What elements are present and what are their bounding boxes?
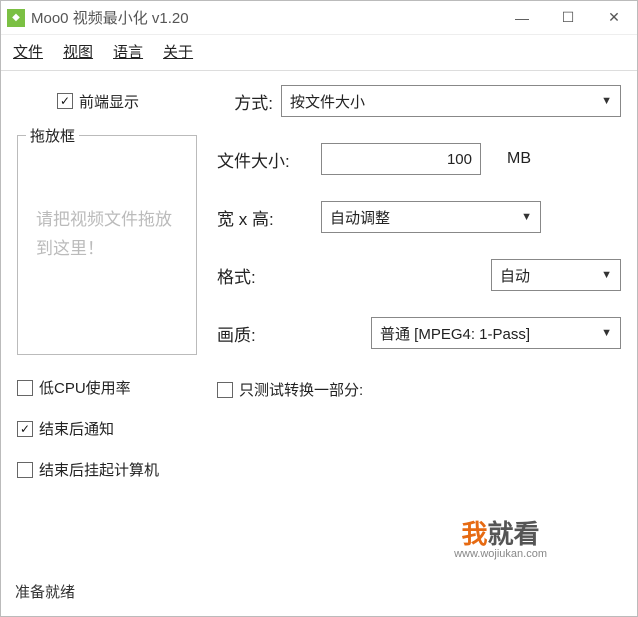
test-portion-label: 只测试转换一部分: <box>239 379 363 400</box>
always-on-top-checkbox[interactable]: 前端显示 <box>57 91 139 112</box>
test-portion-checkbox[interactable]: 只测试转换一部分: <box>217 379 363 400</box>
filesize-row: 文件大小: 100 MB <box>217 143 621 175</box>
checkbox-icon <box>217 382 233 398</box>
suspend-done-checkbox[interactable]: 结束后挂起计算机 <box>17 459 197 480</box>
format-value: 自动 <box>500 265 530 286</box>
filesize-input[interactable]: 100 <box>321 143 481 175</box>
checkbox-icon <box>17 380 33 396</box>
always-on-top-label: 前端显示 <box>79 91 139 112</box>
chevron-down-icon: ▼ <box>521 211 532 223</box>
wh-select[interactable]: 自动调整 ▼ <box>321 201 541 233</box>
window-title: Moo0 视频最小化 v1.20 <box>31 7 189 28</box>
quality-label: 画质: <box>217 321 321 346</box>
quality-row: 画质: 普通 [MPEG4: 1-Pass] ▼ <box>217 317 621 349</box>
chevron-down-icon: ▼ <box>601 269 612 281</box>
dropzone-hint: 请把视频文件拖放到这里！ <box>30 148 184 264</box>
format-label: 格式: <box>217 263 321 288</box>
watermark: 我就看 www.wojiukan.com <box>454 521 547 560</box>
menu-about[interactable]: 关于 <box>163 41 193 62</box>
top-row: 前端显示 方式: 按文件大小 ▼ <box>17 85 621 117</box>
minimize-button[interactable]: — <box>499 1 545 35</box>
wh-row: 宽 x 高: 自动调整 ▼ <box>217 201 621 233</box>
mode-value: 按文件大小 <box>290 91 365 112</box>
menu-view[interactable]: 视图 <box>63 41 93 62</box>
dropzone-group[interactable]: 拖放框 请把视频文件拖放到这里！ <box>17 135 197 355</box>
right-column: 文件大小: 100 MB 宽 x 高: 自动调整 ▼ 格式: 自动 ▼ <box>217 135 621 480</box>
main-row: 拖放框 请把视频文件拖放到这里！ 低CPU使用率 结束后通知 结束后挂起计算机 <box>17 135 621 480</box>
watermark-url: www.wojiukan.com <box>454 549 547 560</box>
mode-label: 方式: <box>234 89 273 114</box>
format-select[interactable]: 自动 ▼ <box>491 259 621 291</box>
watermark-main: 我就看 <box>454 521 547 547</box>
mode-select[interactable]: 按文件大小 ▼ <box>281 85 621 117</box>
close-button[interactable]: ✕ <box>591 1 637 35</box>
notify-done-checkbox[interactable]: 结束后通知 <box>17 418 197 439</box>
filesize-unit: MB <box>507 150 531 168</box>
chevron-down-icon: ▼ <box>601 327 612 339</box>
watermark-wo: 我 <box>462 519 488 549</box>
titlebar: ◆ Moo0 视频最小化 v1.20 — ☐ ✕ <box>1 1 637 35</box>
suspend-done-label: 结束后挂起计算机 <box>39 459 159 480</box>
maximize-button[interactable]: ☐ <box>545 1 591 35</box>
quality-value: 普通 [MPEG4: 1-Pass] <box>380 323 530 344</box>
statusbar: 准备就绪 <box>1 575 637 608</box>
window-buttons: — ☐ ✕ <box>499 1 637 35</box>
test-row: 只测试转换一部分: <box>217 379 621 400</box>
watermark-rest: 就看 <box>488 519 540 549</box>
status-text: 准备就绪 <box>15 584 75 601</box>
quality-select[interactable]: 普通 [MPEG4: 1-Pass] ▼ <box>371 317 621 349</box>
low-cpu-checkbox[interactable]: 低CPU使用率 <box>17 377 197 398</box>
menu-language[interactable]: 语言 <box>113 41 143 62</box>
notify-done-label: 结束后通知 <box>39 418 114 439</box>
filesize-label: 文件大小: <box>217 147 321 172</box>
body-area: 前端显示 方式: 按文件大小 ▼ 拖放框 请把视频文件拖放到这里！ 低CPU使用… <box>1 71 637 608</box>
checkbox-icon <box>17 421 33 437</box>
filesize-value: 100 <box>447 151 472 168</box>
menu-file[interactable]: 文件 <box>13 41 43 62</box>
checkbox-icon <box>17 462 33 478</box>
low-cpu-label: 低CPU使用率 <box>39 377 131 398</box>
dropzone-legend: 拖放框 <box>26 125 79 146</box>
wh-label: 宽 x 高: <box>217 205 321 230</box>
format-row: 格式: 自动 ▼ <box>217 259 621 291</box>
checkbox-icon <box>57 93 73 109</box>
chevron-down-icon: ▼ <box>601 95 612 107</box>
menubar: 文件 视图 语言 关于 <box>1 35 637 71</box>
check-list: 低CPU使用率 结束后通知 结束后挂起计算机 <box>17 377 197 480</box>
left-column: 拖放框 请把视频文件拖放到这里！ 低CPU使用率 结束后通知 结束后挂起计算机 <box>17 135 197 480</box>
wh-value: 自动调整 <box>330 207 390 228</box>
app-icon: ◆ <box>7 9 25 27</box>
